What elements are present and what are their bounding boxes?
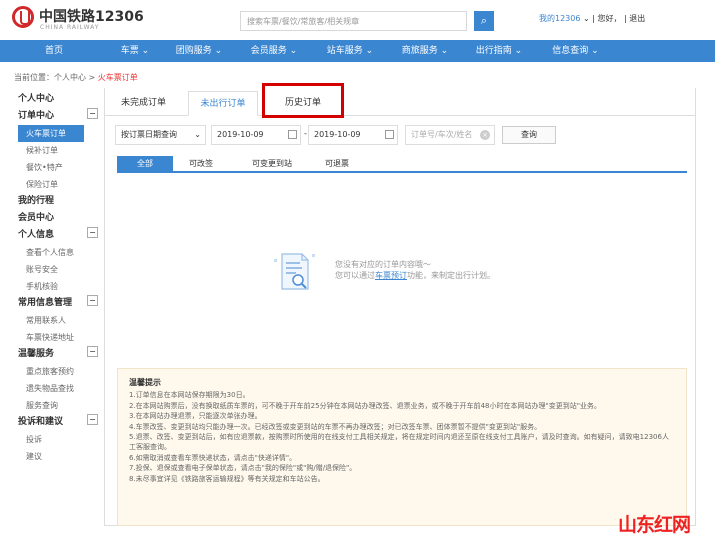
sidebar-item[interactable]: 车票快递地址 bbox=[18, 329, 102, 346]
sidebar-heading: 常用信息管理 − bbox=[18, 295, 102, 312]
calendar-icon[interactable] bbox=[385, 130, 394, 139]
greeting: 您好， bbox=[597, 14, 622, 23]
collapse-toggle-icon[interactable]: − bbox=[87, 108, 98, 119]
search-input[interactable]: 搜索车票/餐饮/常旅客/相关规章 bbox=[240, 11, 467, 31]
sidebar: 个人中心订单中心 − 火车票订单 候补订单 餐饮•特产 保险订单我的行程会员中心个人信息 −… bbox=[18, 91, 102, 465]
end-date-field[interactable]: 2019-10-09 bbox=[308, 125, 398, 145]
main-nav: 首页 车票 ⌄ 团购服务 ⌄ 会员服务 ⌄ 站车服务 ⌄ 商旅服务 ⌄ 出行指南 ⌄ 信息查询… bbox=[0, 40, 715, 62]
tip-item: 4.车票改签、变更到站均只能办理一次。已经改签或变更到站的车票不再办理改签；对已… bbox=[129, 422, 542, 431]
sidebar-item[interactable]: 火车票订单 bbox=[18, 125, 84, 142]
order-tabs: 未完成订单 未出行订单 历史订单 bbox=[104, 88, 696, 116]
brand-subtitle: CHINA RAILWAY bbox=[40, 24, 100, 31]
logout-link[interactable]: 退出 bbox=[629, 14, 645, 23]
tip-item: 8.未尽事宜详见《铁路旅客运输规程》等有关规定和车站公告。 bbox=[129, 474, 325, 483]
start-date-field[interactable]: 2019-10-09 bbox=[211, 125, 301, 145]
collapse-toggle-icon[interactable]: − bbox=[87, 414, 98, 425]
sidebar-item[interactable]: 投诉 bbox=[18, 431, 102, 448]
sidebar-item[interactable]: 常用联系人 bbox=[18, 312, 102, 329]
sidebar-item[interactable]: 候补订单 bbox=[18, 142, 102, 159]
sidebar-item[interactable]: 重点旅客预约 bbox=[18, 363, 102, 380]
tip-item: 5.退票、改签、变更到站后，如有应退票款，按购票时所使用的在线支付工具相关规定，… bbox=[129, 433, 669, 452]
sidebar-item[interactable]: 手机核验 bbox=[18, 278, 102, 295]
brand-title[interactable]: 中国铁路12306 bbox=[39, 6, 144, 26]
railway-logo-icon[interactable] bbox=[12, 6, 34, 28]
sidebar-heading: 订单中心 − bbox=[18, 108, 102, 125]
nav-item[interactable]: 信息查询 ⌄ bbox=[536, 40, 615, 62]
nav-item[interactable]: 会员服务 ⌄ bbox=[236, 40, 312, 62]
calendar-icon[interactable] bbox=[288, 130, 297, 139]
highlight-box bbox=[262, 83, 344, 118]
tips-title: 温馨提示 bbox=[129, 378, 161, 387]
order-subtabs: 全部 可改签 可变更到站 可退票 bbox=[117, 156, 687, 173]
tab-unfinished-orders[interactable]: 未完成订单 bbox=[104, 91, 183, 116]
breadcrumb: 当前位置：个人中心 > 火车票订单 bbox=[14, 72, 138, 83]
tip-item: 6.如需取消或查看车票快递状态，请点击"快递详情"。 bbox=[129, 453, 297, 462]
nav-item[interactable]: 团购服务 ⌄ bbox=[162, 40, 236, 62]
nav-item[interactable]: 出行指南 ⌄ bbox=[462, 40, 536, 62]
breadcrumb-prefix: 当前位置：个人中心 > bbox=[14, 73, 98, 82]
date-type-select[interactable]: 按订票日期查询 ⌄ bbox=[115, 125, 206, 145]
tip-item: 3.在本网站办理退票，只能逐次单张办理。 bbox=[129, 412, 262, 421]
nav-item[interactable]: 首页 bbox=[0, 40, 108, 62]
search-button[interactable]: ⌕ bbox=[474, 11, 494, 31]
subtab-refundable[interactable]: 可退票 bbox=[315, 156, 359, 171]
sidebar-item[interactable]: 账号安全 bbox=[18, 261, 102, 278]
nav-item[interactable]: 站车服务 ⌄ bbox=[312, 40, 388, 62]
sidebar-heading: 投诉和建议 − bbox=[18, 414, 102, 431]
sidebar-item[interactable]: 餐饮•特产 bbox=[18, 159, 102, 176]
tip-item: 2.在本网站购票后，没有换取纸质车票的，可不晚于开车前25分钟在本网站办理改签、… bbox=[129, 401, 601, 410]
tip-item: 1.订单信息在本网站保存期限为30日。 bbox=[129, 391, 250, 400]
top-links: 我的12306 ⌄ | 您好， | 退出 bbox=[539, 14, 646, 23]
my-12306-link[interactable]: 我的12306 bbox=[539, 14, 580, 23]
chevron-down-icon: ⌄ | bbox=[583, 14, 598, 23]
collapse-toggle-icon[interactable]: − bbox=[87, 295, 98, 306]
empty-line-1: 您没有对应的订单内容哦～ bbox=[335, 260, 431, 269]
sidebar-heading: 个人中心 bbox=[18, 94, 55, 104]
clear-icon[interactable]: × bbox=[480, 130, 490, 140]
collapse-toggle-icon[interactable]: − bbox=[87, 227, 98, 238]
breadcrumb-current[interactable]: 火车票订单 bbox=[98, 73, 138, 82]
ticket-booking-link[interactable]: 车票预订 bbox=[375, 271, 407, 280]
sidebar-heading: 会员中心 bbox=[18, 213, 55, 223]
sidebar-item[interactable]: 保险订单 bbox=[18, 176, 102, 193]
sidebar-heading: 个人信息 − bbox=[18, 227, 102, 244]
chevron-down-icon: ⌄ bbox=[194, 130, 201, 139]
site-header: 中国铁路12306 CHINA RAILWAY 搜索车票/餐饮/常旅客/相关规章… bbox=[0, 0, 715, 40]
nav-item[interactable]: 车票 ⌄ bbox=[108, 40, 162, 62]
sidebar-item[interactable]: 建议 bbox=[18, 448, 102, 465]
empty-message: 您没有对应的订单内容哦～ 您可以通过车票预订功能，来制定出行计划。 bbox=[335, 260, 495, 280]
subtab-changeable[interactable]: 可改签 bbox=[181, 156, 221, 171]
tab-upcoming-orders[interactable]: 未出行订单 bbox=[188, 91, 258, 116]
sidebar-item[interactable]: 查看个人信息 bbox=[18, 244, 102, 261]
sidebar-item[interactable]: 服务查询 bbox=[18, 397, 102, 414]
watermark: 山东红网 bbox=[618, 514, 691, 536]
collapse-toggle-icon[interactable]: − bbox=[87, 346, 98, 357]
sidebar-heading: 我的行程 bbox=[18, 196, 55, 206]
keyword-input[interactable]: 订单号/车次/姓名 × bbox=[405, 125, 495, 145]
subtab-change-destination[interactable]: 可变更到站 bbox=[241, 156, 303, 171]
nav-item[interactable]: 商旅服务 ⌄ bbox=[388, 40, 462, 62]
sidebar-item[interactable]: 遗失物品查找 bbox=[18, 380, 102, 397]
sidebar-heading: 温馨服务 − bbox=[18, 346, 102, 363]
tip-item: 7.投保、退保或查看电子保单状态，请点击"我的保险"或"购/赠/退保险"。 bbox=[129, 464, 357, 473]
empty-document-icon bbox=[274, 253, 315, 290]
subtab-all[interactable]: 全部 bbox=[117, 156, 173, 171]
tips-panel: 温馨提示 1.订单信息在本网站保存期限为30日。 2.在本网站购票后，没有换取纸质… bbox=[117, 368, 687, 526]
query-button[interactable]: 查询 bbox=[502, 126, 556, 144]
